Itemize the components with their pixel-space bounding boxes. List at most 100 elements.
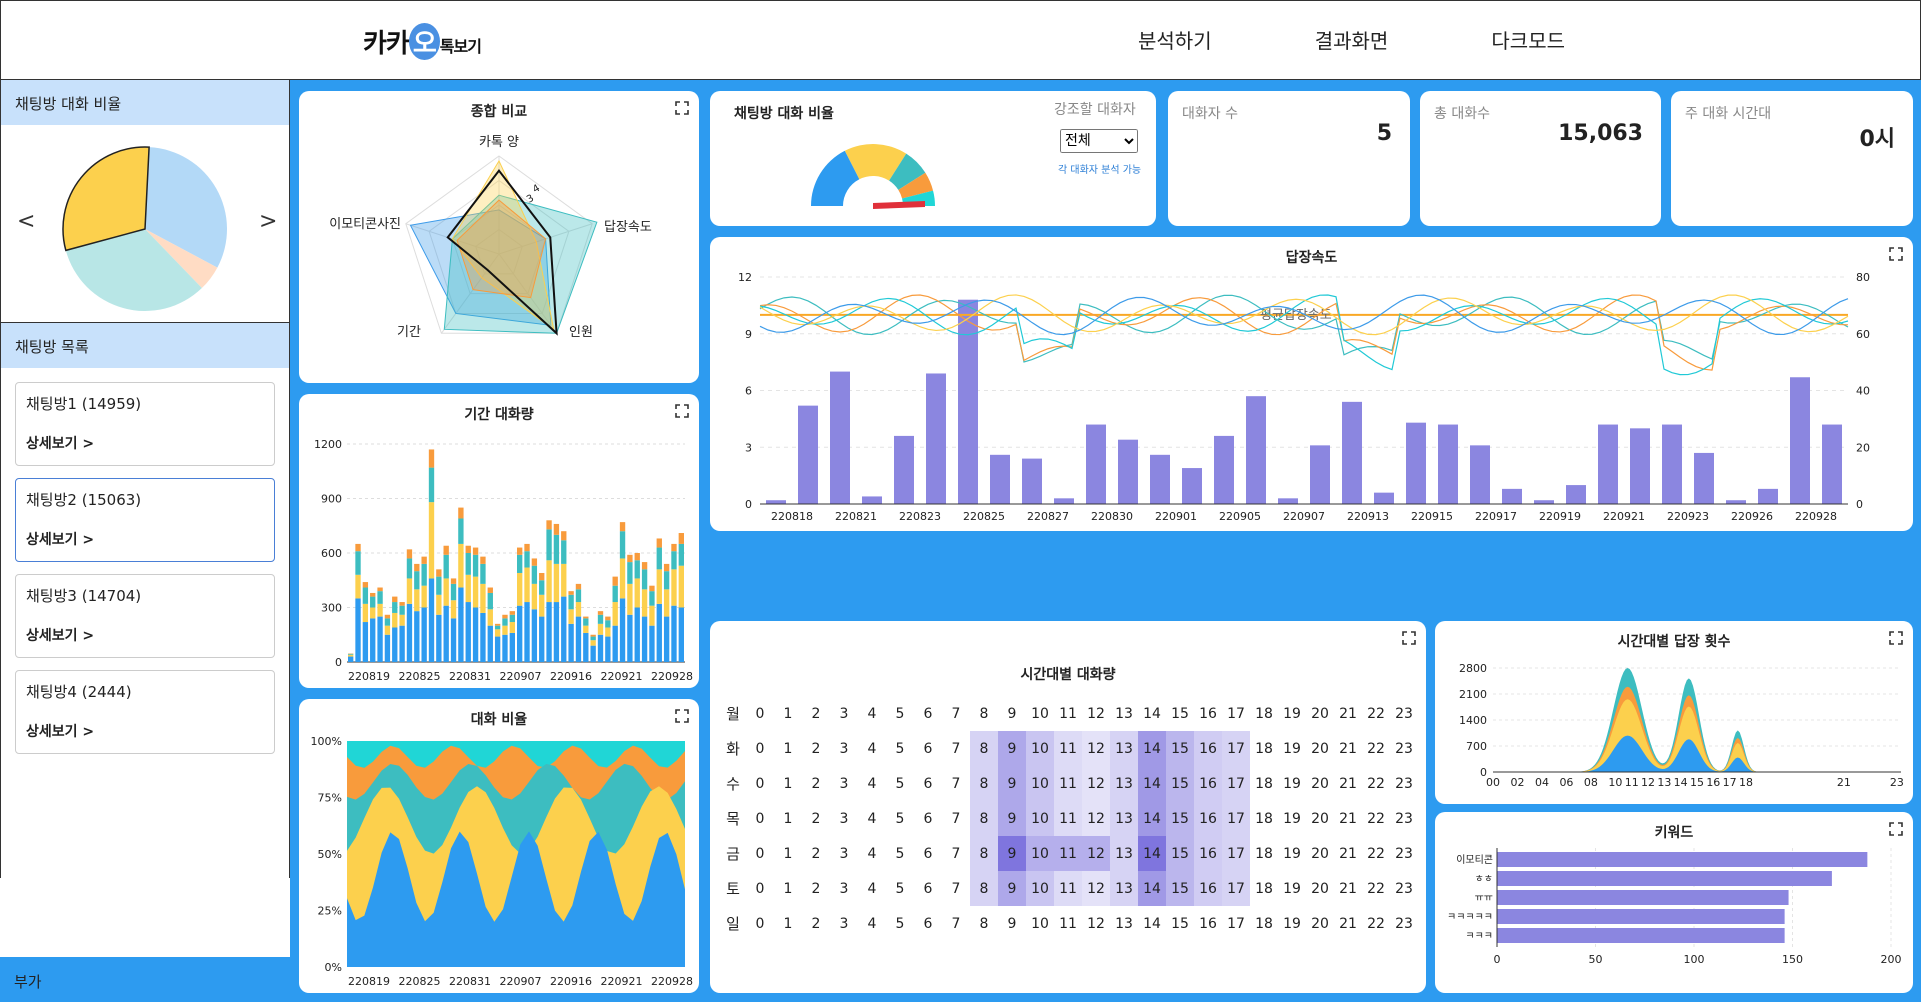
detail-link[interactable]: 상세보기 > bbox=[26, 532, 94, 548]
nav-analyze[interactable]: 분석하기 bbox=[1138, 25, 1212, 54]
heat-cell: 18 bbox=[1255, 775, 1273, 792]
heat-cell: 1 bbox=[783, 915, 793, 932]
heat-cell: 13 bbox=[1110, 766, 1138, 801]
heat-cell: 17 bbox=[1222, 871, 1250, 906]
keyword-label: ㅋㅋㅋㅋㅋ bbox=[1447, 912, 1493, 923]
volume-bar bbox=[597, 611, 604, 615]
app-logo[interactable]: 카카 오 톡보기 bbox=[363, 23, 482, 60]
reply-speed-card: 답장속도 0 0 3 20 6 40 9 60 12 80 220818 220821 220823 22… bbox=[710, 237, 1913, 531]
volume-bar bbox=[436, 576, 442, 595]
nav-darkmode[interactable]: 다크모드 bbox=[1491, 25, 1565, 54]
heat-cell: 19 bbox=[1283, 845, 1301, 862]
reply-bar bbox=[1822, 424, 1842, 504]
heat-cell: 3 bbox=[839, 880, 849, 897]
heat-cell: 9 bbox=[1007, 705, 1017, 722]
volume-bar bbox=[605, 620, 611, 628]
volume-bar bbox=[583, 618, 589, 626]
x-tick-label: 12 bbox=[1641, 776, 1655, 789]
heat-cell: 16 bbox=[1199, 915, 1217, 932]
heat-cell: 6 bbox=[923, 880, 933, 897]
sidebar-footer[interactable]: 부가 bbox=[0, 957, 290, 1002]
reply-bar bbox=[1470, 445, 1490, 504]
y-tick-label: 600 bbox=[321, 547, 342, 560]
volume-bar bbox=[348, 656, 354, 662]
heat-cell: 9 bbox=[998, 731, 1026, 766]
reply-bar bbox=[1406, 422, 1426, 504]
logo-text-b: 톡보기 bbox=[439, 37, 482, 56]
x-tick-label: 200 bbox=[1881, 953, 1902, 966]
detail-link[interactable]: 상세보기 > bbox=[26, 436, 94, 452]
volume-bar bbox=[663, 563, 670, 572]
chat-item-4[interactable]: 채팅방4 (2444) 상세보기 > bbox=[15, 670, 275, 754]
reply-bar bbox=[798, 405, 818, 504]
heat-cell: 19 bbox=[1283, 705, 1301, 722]
reply-bar bbox=[1438, 424, 1458, 504]
heat-cell: 17 bbox=[1227, 915, 1245, 932]
x-tick-label: 220821 bbox=[835, 510, 877, 523]
heat-cell: 22 bbox=[1367, 880, 1385, 897]
heat-cell: 7 bbox=[951, 915, 961, 932]
stat-value: 0시 bbox=[1859, 127, 1895, 152]
x-tick-label: 220916 bbox=[550, 975, 592, 988]
heat-cell: 14 bbox=[1143, 915, 1161, 932]
volume-bar bbox=[465, 545, 471, 553]
heat-row: 목 0 1 2 3 4 5 6 7 8 9 10 11 12 13 14 15 16 17 18 19 20 21 22 23 bbox=[720, 801, 1418, 836]
volume-bar bbox=[627, 562, 633, 584]
keyword-label: ㅎㅎ bbox=[1475, 874, 1493, 885]
volume-bar bbox=[502, 614, 508, 619]
chat-item-3[interactable]: 채팅방3 (14704) 상세보기 > bbox=[15, 574, 275, 658]
heat-cell: 16 bbox=[1194, 801, 1222, 836]
reply-bar bbox=[1598, 424, 1618, 504]
y-tick-label: 900 bbox=[321, 493, 342, 506]
heat-cell: 16 bbox=[1194, 871, 1222, 906]
volume-bar bbox=[494, 629, 501, 637]
volume-chart: 0 300 600 900 1200 220819 220825 220831 220907 22… bbox=[314, 438, 693, 683]
detail-link[interactable]: 상세보기 > bbox=[26, 724, 94, 740]
volume-bar bbox=[502, 634, 508, 662]
volume-bar bbox=[443, 554, 449, 579]
heat-cell: 0 bbox=[755, 705, 765, 722]
reply-bar bbox=[1310, 445, 1330, 504]
detail-link[interactable]: 상세보기 > bbox=[26, 628, 94, 644]
emphasis-select[interactable]: 전체 bbox=[1060, 129, 1138, 153]
heat-cell: 12 bbox=[1082, 766, 1110, 801]
volume-bar bbox=[377, 587, 383, 592]
volume-bar bbox=[583, 625, 589, 633]
chat-item-1[interactable]: 채팅방1 (14959) 상세보기 > bbox=[15, 382, 275, 466]
volume-bar bbox=[392, 627, 398, 662]
x-tick-label: 220919 bbox=[1539, 510, 1581, 523]
volume-bar bbox=[517, 572, 523, 606]
radar-card: 종합 비교 카톡 양 답장속도 인원 기간 이모티콘사진 4 3 bbox=[299, 91, 699, 383]
radar-axis-label: 기간 bbox=[397, 325, 421, 340]
reply-bar bbox=[830, 371, 850, 504]
volume-bar bbox=[450, 618, 457, 662]
y2-tick-label: 60 bbox=[1856, 328, 1870, 341]
volume-bar bbox=[355, 598, 361, 662]
expand-icon[interactable] bbox=[1402, 631, 1416, 645]
chat-item-2[interactable]: 채팅방2 (15063) 상세보기 > bbox=[15, 478, 275, 562]
stat-label: 주 대화 시간대 bbox=[1685, 106, 1772, 122]
volume-bar bbox=[399, 605, 405, 615]
heat-cell: 22 bbox=[1367, 915, 1385, 932]
keyword-bar bbox=[1497, 928, 1785, 943]
reply-bar bbox=[1662, 424, 1682, 504]
heat-cell: 0 bbox=[755, 775, 765, 792]
reply-bar bbox=[1278, 498, 1298, 504]
heat-cell: 22 bbox=[1367, 845, 1385, 862]
volume-bar bbox=[472, 554, 479, 577]
heat-cell: 6 bbox=[923, 810, 933, 827]
volume-bar bbox=[605, 636, 611, 662]
radar-axis-label: 이모티콘사진 bbox=[329, 217, 401, 232]
y-tick-label: 300 bbox=[321, 602, 342, 615]
heat-cell: 6 bbox=[923, 740, 933, 757]
heat-cell: 19 bbox=[1283, 740, 1301, 757]
volume-bar bbox=[619, 531, 626, 559]
sidebar-list-title: 채팅방 목록 bbox=[1, 323, 289, 368]
reply-bar bbox=[1790, 377, 1810, 504]
x-tick-label: 220830 bbox=[1091, 510, 1133, 523]
heat-cell: 17 bbox=[1227, 705, 1245, 722]
heat-cell: 12 bbox=[1087, 915, 1105, 932]
nav-results[interactable]: 결과화면 bbox=[1315, 25, 1389, 54]
y-tick-label: 1400 bbox=[1459, 714, 1487, 727]
volume-bar bbox=[627, 583, 633, 615]
